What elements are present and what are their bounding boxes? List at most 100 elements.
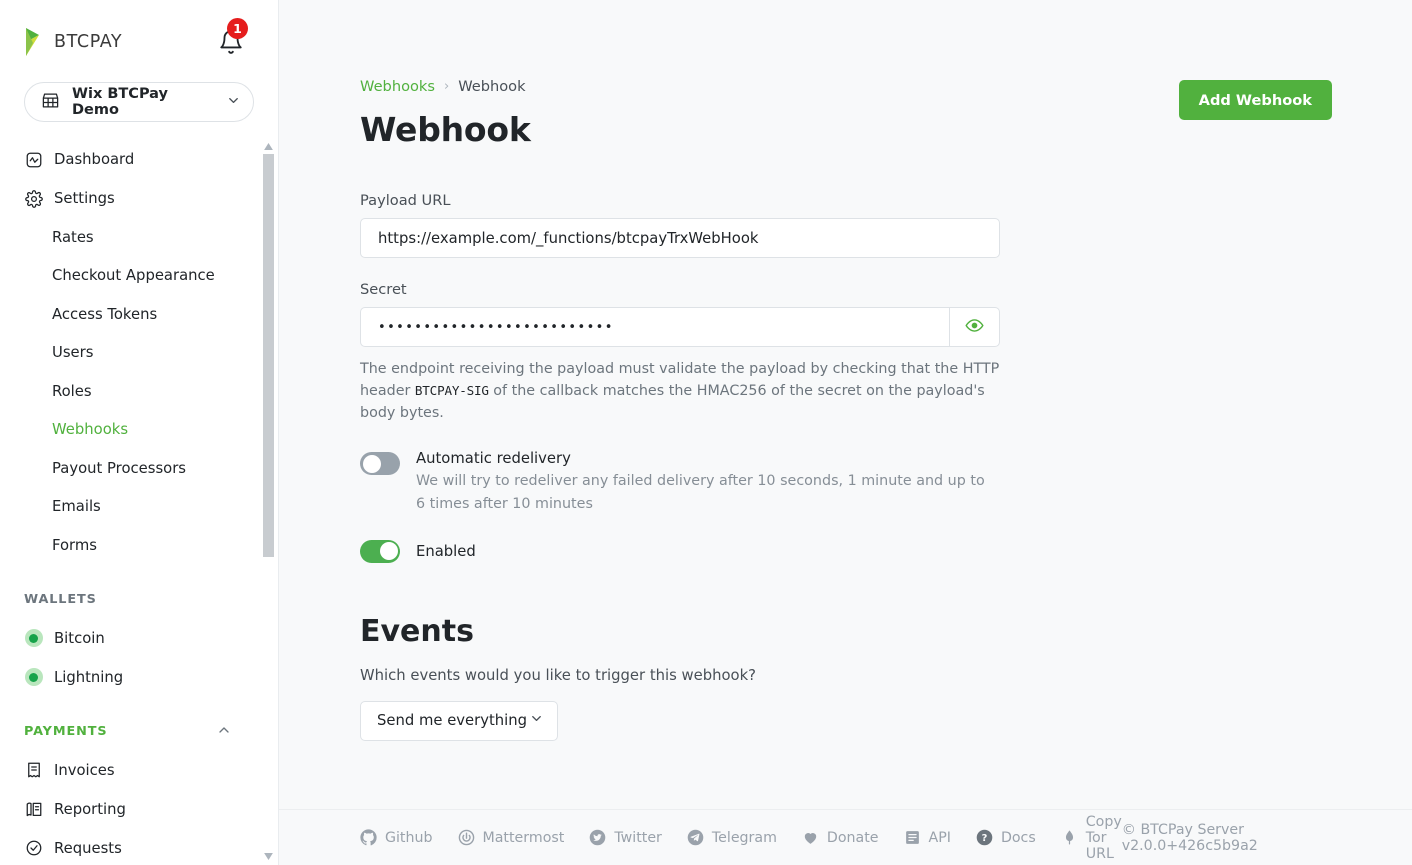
payload-url-input[interactable] — [360, 218, 1000, 258]
sidebar-item-invoices[interactable]: Invoices — [0, 751, 256, 790]
enabled-row: Enabled — [360, 539, 1000, 563]
btcpay-logo-icon — [24, 27, 47, 57]
breadcrumb-webhooks-link[interactable]: Webhooks — [360, 78, 435, 95]
sidebar-item-label: Bitcoin — [54, 629, 105, 647]
sidebar-item-lightning[interactable]: Lightning — [0, 658, 256, 697]
sidebar-item-dashboard[interactable]: Dashboard — [0, 140, 256, 179]
page-header: Webhooks › Webhook Webhook Add Webhook — [360, 78, 1332, 149]
sidebar-item-label: Requests — [54, 839, 122, 857]
scroll-down-arrow-icon[interactable] — [262, 850, 275, 863]
scrollbar-thumb[interactable] — [263, 154, 274, 557]
status-dot-icon — [24, 629, 43, 648]
footer-link-mattermost[interactable]: Mattermost — [458, 829, 565, 846]
telegram-icon — [687, 829, 704, 846]
payload-url-field-group: Payload URL — [360, 192, 1000, 258]
svg-text:?: ? — [982, 833, 988, 844]
footer-link-label: Mattermost — [482, 829, 565, 846]
sidebar-scrollbar[interactable] — [262, 138, 275, 865]
sidebar-section-payments[interactable]: PAYMENTS — [0, 719, 256, 745]
footer-link-label: Donate — [826, 829, 879, 846]
sidebar-item-forms[interactable]: Forms — [0, 526, 256, 565]
sidebar-item-label: Checkout Appearance — [52, 267, 215, 285]
secret-help-code: BTCPAY-SIG — [414, 383, 489, 399]
sidebar-section-wallets[interactable]: WALLETS — [0, 587, 256, 613]
toggle-knob — [379, 542, 398, 561]
sidebar-item-label: Forms — [52, 536, 97, 554]
sidebar-item-bitcoin[interactable]: Bitcoin — [0, 619, 256, 658]
automatic-redelivery-description: We will try to redeliver any failed deli… — [416, 473, 985, 512]
footer-link-donate[interactable]: Donate — [802, 829, 879, 846]
events-select[interactable]: Send me everything — [360, 700, 558, 741]
footer-link-twitter[interactable]: Twitter — [589, 829, 662, 846]
twitter-icon — [589, 829, 606, 846]
automatic-redelivery-label: Automatic redelivery — [416, 450, 571, 468]
toggle-knob — [362, 454, 381, 473]
footer-link-telegram[interactable]: Telegram — [687, 829, 777, 846]
sidebar-section-label: PAYMENTS — [24, 724, 108, 739]
nav-main-list: Dashboard Settings Rates Checkout Appear… — [0, 140, 256, 565]
sidebar-item-label: Emails — [52, 498, 101, 516]
sidebar-item-label: Dashboard — [54, 151, 135, 168]
add-webhook-button[interactable]: Add Webhook — [1178, 80, 1332, 120]
sidebar-item-emails[interactable]: Emails — [0, 488, 256, 527]
footer-link-api[interactable]: API — [904, 829, 951, 846]
scroll-up-arrow-icon[interactable] — [262, 140, 275, 153]
footer-links: Github Mattermost Twitter Telegram Donat… — [360, 814, 1122, 862]
store-icon — [41, 91, 60, 114]
app-root: BTCPAY 1 Wix BTCPay Demo Dashboard Setti… — [0, 0, 1412, 865]
sidebar-item-payout-processors[interactable]: Payout Processors — [0, 449, 256, 488]
secret-input-group — [360, 307, 1000, 347]
toggle-secret-visibility-button[interactable] — [949, 307, 1000, 347]
sidebar: BTCPAY 1 Wix BTCPay Demo Dashboard Setti… — [0, 0, 279, 865]
payload-url-label: Payload URL — [360, 192, 451, 209]
store-selector[interactable]: Wix BTCPay Demo — [24, 82, 254, 122]
sidebar-item-access-tokens[interactable]: Access Tokens — [0, 295, 256, 334]
footer-link-docs[interactable]: ? Docs — [976, 829, 1036, 846]
brand-logo[interactable]: BTCPAY — [24, 27, 122, 57]
nav-payments-list: Invoices Reporting Requests — [0, 751, 256, 865]
sidebar-item-rates[interactable]: Rates — [0, 218, 256, 257]
page-title: Webhook — [360, 110, 531, 149]
sidebar-item-checkout-appearance[interactable]: Checkout Appearance — [0, 257, 256, 296]
sidebar-item-requests[interactable]: Requests — [0, 829, 256, 865]
footer-link-label: API — [928, 829, 951, 846]
reporting-icon — [24, 800, 43, 819]
github-icon — [360, 829, 377, 846]
notifications-button[interactable]: 1 — [218, 18, 248, 55]
secret-field-group: Secret The endpoint receivi — [360, 281, 1000, 424]
sidebar-item-label: Invoices — [54, 761, 115, 779]
webhook-form: Payload URL Secret — [360, 192, 1000, 741]
footer-link-label: Github — [385, 829, 433, 846]
main-content: Webhooks › Webhook Webhook Add Webhook P… — [279, 0, 1412, 865]
status-dot-icon — [24, 668, 43, 687]
breadcrumb: Webhooks › Webhook — [360, 78, 531, 95]
sidebar-item-label: Lightning — [54, 668, 124, 686]
chevron-up-icon — [216, 722, 232, 742]
footer-link-label: Copy Tor URL — [1085, 813, 1122, 862]
sidebar-item-reporting[interactable]: Reporting — [0, 790, 256, 829]
sidebar-item-users[interactable]: Users — [0, 334, 256, 373]
events-select-value: Send me everything — [377, 712, 528, 730]
sidebar-item-label: Reporting — [54, 800, 126, 818]
sidebar-header: BTCPAY 1 — [0, 0, 278, 62]
gear-icon — [24, 189, 43, 208]
secret-input[interactable] — [360, 307, 949, 347]
nav-wallets-list: Bitcoin Lightning — [0, 619, 256, 697]
automatic-redelivery-toggle[interactable] — [360, 452, 400, 476]
footer-link-github[interactable]: Github — [360, 829, 433, 846]
sidebar-item-label: Users — [52, 344, 94, 362]
footer: Github Mattermost Twitter Telegram Donat… — [279, 809, 1412, 865]
mattermost-icon — [458, 829, 475, 846]
footer-link-label: Twitter — [614, 829, 662, 846]
eye-icon — [965, 316, 984, 339]
secret-label: Secret — [360, 281, 407, 298]
sidebar-nav: Dashboard Settings Rates Checkout Appear… — [0, 140, 278, 865]
sidebar-item-label: Webhooks — [52, 421, 129, 439]
sidebar-item-settings[interactable]: Settings — [0, 179, 256, 218]
sidebar-item-webhooks[interactable]: Webhooks — [0, 411, 256, 450]
footer-link-copy-tor-url[interactable]: Copy Tor URL — [1061, 814, 1122, 862]
events-section-title: Events — [360, 613, 474, 649]
sidebar-item-label: Roles — [52, 382, 92, 400]
enabled-toggle[interactable] — [360, 539, 400, 563]
sidebar-item-roles[interactable]: Roles — [0, 372, 256, 411]
